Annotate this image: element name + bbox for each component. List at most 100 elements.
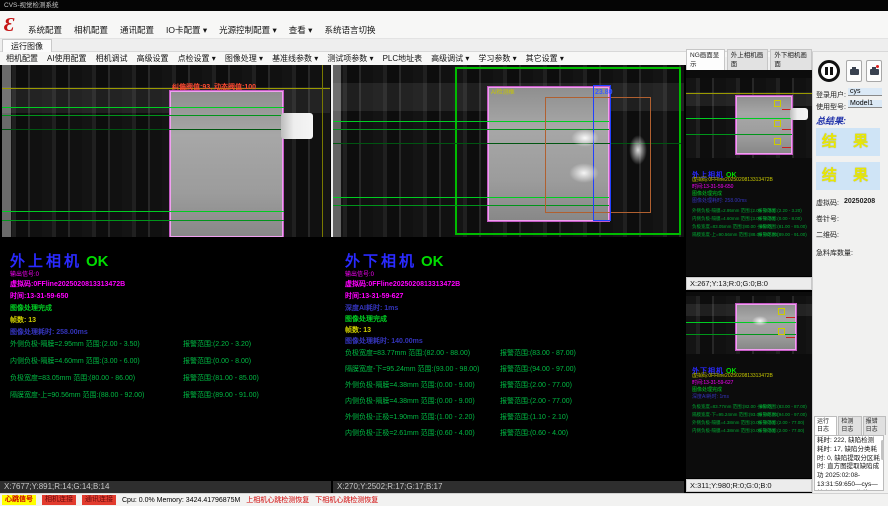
main-menu: 系统配置 相机配置 通讯配置 IO卡配置 ▾ 光源控制配置 ▾ 查看 ▾ 系统语… (28, 24, 375, 36)
measure-text: 隔膜宽度-下=95.24mm 范围:(93.00 - 98.00) (345, 366, 479, 373)
needle-number-label: 卷针号: (816, 214, 839, 224)
battery-cell-region (170, 91, 283, 237)
lower-signal-line: 输出信号:0 (345, 269, 374, 278)
app-window: CVS-视觉检测系统 ─ ❐ ✕ Ɛ 系统配置 相机配置 通讯配置 IO卡配置 … (0, 0, 888, 522)
mini-upper-pixel-statusline: X:267;Y:13;R:0;G:0;B:0 (686, 277, 812, 290)
tab-run-log[interactable]: 运行日志 (814, 416, 837, 435)
measure-text: 内侧负极-正极=2.61mm 范围:(0.60 - 4.00) (345, 430, 475, 437)
mini-measure-row: 隔膜宽度-上=90.56mm 范围:(88.00 - 92.00)报警范围:(8… (692, 232, 778, 238)
ai-box-value: 23.80 (595, 89, 613, 96)
model-label: 使用型号: (816, 102, 846, 112)
mini-upper-time: 时间:13-31-59-650 (692, 183, 733, 190)
record-tool-button[interactable] (866, 60, 882, 82)
log-tabs: 运行日志 检测日志 报错日志 (814, 424, 886, 435)
tool-learning-params[interactable]: 学习参数 ▾ (478, 53, 516, 64)
measure-line (2, 220, 284, 221)
tab-highlight (569, 163, 599, 183)
measure-text: 外侧负极-隔膜=4.38mm 范围:(0.00 - 9.00) (345, 382, 475, 389)
mini-lower-done: 图像处理完成 (692, 386, 722, 393)
login-user-label: 登录用户: (816, 90, 846, 100)
measure-text: 外侧负极-隔膜=2.95mm 范围:(2.00 - 3.50) (10, 341, 140, 348)
camera-tool-button[interactable] (846, 60, 862, 82)
mini-view-upper[interactable]: 外上相机OK 虚拟码:0FFline2025020813313472B 时间:1… (686, 70, 812, 276)
tool-test-params[interactable]: 测试项参数 ▾ (327, 53, 373, 64)
measure-line (2, 211, 284, 212)
measure-text: 隔膜宽度-上=90.56mm 范围:(88.00 - 92.00) (10, 392, 144, 399)
tool-camera-config[interactable]: 相机配置 (6, 53, 38, 64)
measurement-row: 外侧负极-正极=1.90mm 范围:(1.00 - 2.20) 报警范围:(1.… (345, 412, 475, 422)
menu-item-language[interactable]: 系统语言切换 (324, 24, 375, 36)
camera-view-upper[interactable]: 纠偏阀值:93, 动态阀值:100 (2, 65, 330, 237)
lower-camera-result-title: 外下相机OK (345, 250, 444, 271)
ai-measure-blue-rect (593, 85, 611, 221)
upper-frame-count: 帧数: 13 (10, 315, 36, 325)
mini-measure-row: 外侧负极-隔膜=4.38mm 范围:(0.00 - 9.00)报警范围:(2.0… (692, 420, 775, 426)
tab-detect-log[interactable]: 检测日志 (838, 416, 861, 435)
status-bar: 心跳信号 相机连接 通讯连接 Cpu: 0.0% Memory: 3424.41… (0, 493, 888, 506)
menu-item-camera-config[interactable]: 相机配置 (74, 24, 108, 36)
yellow-edge-line (322, 65, 323, 237)
measurement-row: 隔膜宽度-上=90.56mm 范围:(88.00 - 92.00) 报警范围:(… (10, 390, 144, 400)
tool-advanced-settings[interactable]: 高级设置 (137, 53, 169, 64)
tool-plc-table[interactable]: PLC地址表 (383, 53, 423, 64)
menu-item-io-config[interactable]: IO卡配置 ▾ (166, 24, 207, 36)
measure-line (2, 107, 284, 108)
measurement-row: 隔膜宽度-下=95.24mm 范围:(93.00 - 98.00) 报警范围:(… (345, 364, 479, 374)
tab-ng-display[interactable]: NG画面显示 (686, 49, 725, 70)
tab-error-log[interactable]: 报错日志 (863, 416, 886, 435)
lower-camera-name: 外下相机 (345, 253, 417, 270)
log-scrollbar[interactable] (881, 440, 884, 460)
alarm-range: 报警范围:(0.00 - 8.00) (183, 356, 251, 366)
measurement-row: 负极宽度=83.77mm 范围:(82.00 - 88.00) 报警范围:(83… (345, 348, 470, 358)
alarm-range: 报警范围:(89.00 - 91.00) (183, 390, 259, 400)
model-value[interactable]: Model1 (848, 100, 882, 108)
log-text-area[interactable]: 耗时: 222, 缺陷检测耗时: 17, 缺陷分类耗时: 0, 缺陷提取分区耗时… (814, 435, 884, 491)
alarm-range: 报警范围:(1.10 - 2.10) (500, 412, 568, 422)
camera-view-lower[interactable]: AI检测框 23.80 (333, 65, 684, 237)
measure-text: 负极宽度=83.05mm 范围:(80.00 - 86.00) (10, 375, 135, 382)
tool-spot-check[interactable]: 点检设置 ▾ (178, 53, 216, 64)
mini-image (686, 78, 812, 158)
tool-advanced-debug[interactable]: 高级调试 ▾ (431, 53, 469, 64)
upper-pixel-statusline: X:7677;Y:891;R:14;G:14;B:14 (0, 481, 331, 493)
measurement-row: 内侧负极-隔膜=4.38mm 范围:(0.00 - 9.00) 报警范围:(2.… (345, 396, 475, 406)
tab-highlight (571, 129, 599, 147)
total-result-label: 总结果: (816, 114, 846, 127)
mini-view-lower[interactable]: 外下相机OK 虚拟码:0FFline2025020813313472B 时间:1… (686, 292, 812, 478)
tab-run-image[interactable]: 运行图像 (2, 39, 52, 52)
ai-mark (778, 328, 785, 335)
upper-process-done: 图像处理完成 (10, 303, 52, 313)
alarm-range: 报警范围:(2.00 - 77.00) (500, 380, 572, 390)
lower-heartbeat-msg: 下相机心跳检测恢复 (315, 495, 378, 505)
app-logo-icon: Ɛ (4, 13, 24, 37)
tool-baseline-params[interactable]: 基准线参数 ▾ (272, 53, 318, 64)
heartbeat-badge: 心跳信号 (2, 495, 36, 505)
tab-upper-camera-view[interactable]: 外上相机画面 (727, 49, 769, 70)
mini-measure-row: 负极宽度=83.05mm 范围:(80.00 - 86.00)报警范围:(81.… (692, 224, 772, 230)
menu-item-comm-config[interactable]: 通讯配置 (120, 24, 154, 36)
measurement-row: 负极宽度=83.05mm 范围:(80.00 - 86.00) 报警范围:(81… (10, 373, 135, 383)
app-title: CVS-视觉检测系统 (4, 2, 59, 9)
login-user-value[interactable]: cys (848, 88, 882, 96)
measure-text: 内侧负极-隔膜=4.60mm 范围:(3.00 - 6.00) (10, 358, 140, 365)
upper-signal-line: 输出信号:0 (10, 269, 39, 278)
measurement-row: 内侧负极-隔膜=4.60mm 范围:(3.00 - 6.00) 报警范围:(0.… (10, 356, 140, 366)
tool-ai-config[interactable]: AI使用配置 (47, 53, 87, 64)
tab-lower-camera-view[interactable]: 外下相机画面 (770, 49, 812, 70)
menu-item-light-config[interactable]: 光源控制配置 ▾ (219, 24, 277, 36)
tool-other-settings[interactable]: 其它设置 ▾ (526, 53, 564, 64)
mini-measure-row: 负极宽度=83.77mm 范围:(82.00 - 88.00)报警范围:(83.… (692, 404, 772, 410)
upper-barcode: 虚拟码:0FFline2025020813313472B (10, 279, 125, 289)
tool-camera-debug[interactable]: 相机调试 (96, 53, 128, 64)
menu-item-system-config[interactable]: 系统配置 (28, 24, 62, 36)
record-dot-icon (876, 65, 879, 68)
camera-icon (850, 69, 859, 75)
ai-box-label: AI检测框 (491, 87, 515, 96)
result-box-1: 结 果 (816, 128, 880, 156)
pause-button[interactable] (818, 60, 840, 82)
tool-image-process[interactable]: 图像处理 ▾ (225, 53, 263, 64)
measurement-row: 外侧负极-隔膜=2.95mm 范围:(2.00 - 3.50) 报警范围:(2.… (10, 339, 140, 349)
stock-count-label: 急料库数量: (816, 248, 853, 258)
menu-item-view[interactable]: 查看 ▾ (289, 24, 313, 36)
mini-upper-done: 图像处理完成 (692, 190, 722, 197)
